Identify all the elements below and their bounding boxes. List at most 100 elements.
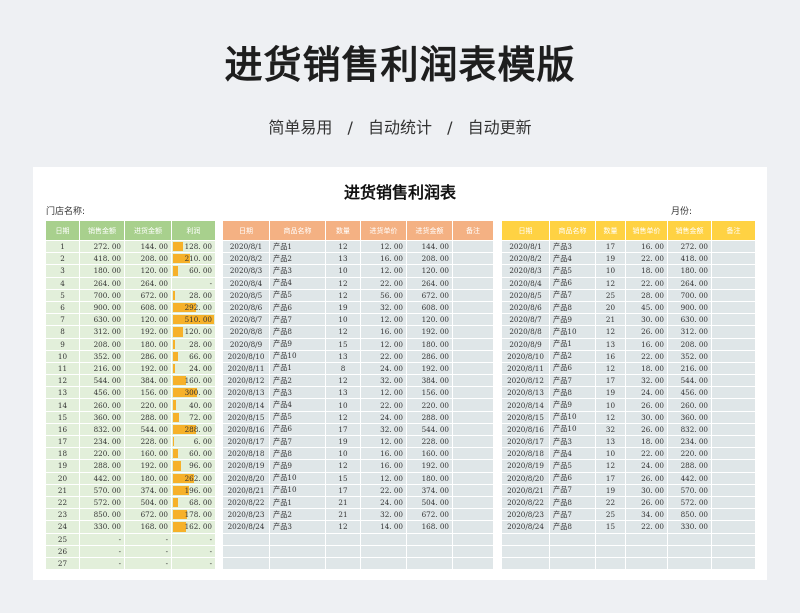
sales-product-cell[interactable]: 产品8 (549, 386, 596, 400)
purchase-amount-cell[interactable]: 608. 00 (124, 300, 172, 315)
purchase-date-cell[interactable]: 2020/8/22 (222, 495, 270, 510)
purchase-amount-cell[interactable]: 220. 00 (124, 398, 172, 412)
sales-product-cell[interactable]: 产品7 (549, 374, 596, 388)
sales-price-cell[interactable]: 22. 00 (625, 349, 668, 363)
sales-amount-cell[interactable]: 216. 00 (79, 361, 125, 376)
purchase-price-cell[interactable]: 16. 00 (360, 459, 407, 473)
purchase-price-cell[interactable]: 12. 00 (360, 471, 407, 485)
purchase-amount-cell[interactable]: 180. 00 (124, 337, 172, 351)
sales-product-cell[interactable]: 产品5 (549, 264, 596, 278)
purchase-note-cell[interactable] (452, 520, 494, 534)
purchase-amount-cell[interactable]: 374. 00 (406, 483, 453, 497)
purchase-date-cell[interactable]: 2020/8/20 (222, 471, 270, 485)
sales-date-cell[interactable] (501, 532, 550, 546)
purchase-qty-cell[interactable]: 12 (325, 239, 361, 254)
purchase-amount-cell[interactable]: 160. 00 (124, 447, 172, 461)
sales-amount-cell[interactable]: 234. 00 (667, 434, 712, 449)
sales-note-cell[interactable] (711, 300, 756, 315)
purchase-date-cell[interactable]: 2020/8/19 (222, 459, 270, 473)
day-cell[interactable]: 14 (45, 398, 80, 412)
purchase-date-cell[interactable]: 2020/8/13 (222, 386, 270, 400)
sales-qty-cell[interactable]: 17 (595, 239, 626, 254)
sales-qty-cell[interactable]: 13 (595, 434, 626, 449)
sales-amount-cell[interactable]: 850. 00 (667, 508, 712, 522)
sales-amount-cell[interactable]: 544. 00 (667, 374, 712, 388)
sales-qty-cell[interactable]: 15 (595, 520, 626, 534)
purchase-price-cell[interactable]: 24. 00 (360, 495, 407, 510)
purchase-amount-cell[interactable] (406, 544, 453, 558)
day-cell[interactable]: 19 (45, 459, 80, 473)
sales-price-cell[interactable]: 26. 00 (625, 325, 668, 339)
sales-note-cell[interactable] (711, 532, 756, 546)
purchase-amount-cell[interactable] (406, 532, 453, 546)
purchase-product-cell[interactable]: 产品1 (269, 495, 326, 510)
purchase-note-cell[interactable] (452, 264, 494, 278)
purchase-note-cell[interactable] (452, 374, 494, 388)
purchase-product-cell[interactable]: 产品10 (269, 483, 326, 497)
purchase-product-cell[interactable]: 产品8 (269, 447, 326, 461)
sales-qty-cell[interactable]: 25 (595, 288, 626, 302)
sales-product-cell[interactable]: 产品4 (549, 447, 596, 461)
purchase-product-cell[interactable]: 产品1 (269, 361, 326, 376)
purchase-amount-cell[interactable]: 286. 00 (124, 349, 172, 363)
purchase-price-cell[interactable]: 32. 00 (360, 422, 407, 437)
sales-qty-cell[interactable]: 32 (595, 422, 626, 437)
day-cell[interactable]: 10 (45, 349, 80, 363)
sales-date-cell[interactable]: 2020/8/24 (501, 520, 550, 534)
sales-qty-cell[interactable]: 21 (595, 313, 626, 327)
purchase-price-cell[interactable]: 22. 00 (360, 398, 407, 412)
sales-date-cell[interactable]: 2020/8/9 (501, 337, 550, 351)
purchase-price-cell[interactable] (360, 532, 407, 546)
purchase-qty-cell[interactable]: 15 (325, 471, 361, 485)
sales-price-cell[interactable]: 34. 00 (625, 508, 668, 522)
purchase-date-cell[interactable]: 2020/8/23 (222, 508, 270, 522)
purchase-product-cell[interactable]: 产品10 (269, 471, 326, 485)
profit-cell[interactable]: 40. 00 (171, 398, 216, 412)
purchase-price-cell[interactable]: 12. 00 (360, 337, 407, 351)
sales-price-cell[interactable] (625, 532, 668, 546)
sales-amount-cell[interactable]: 900. 00 (79, 300, 125, 315)
purchase-amount-cell[interactable]: 168. 00 (124, 520, 172, 534)
sales-price-cell[interactable]: 30. 00 (625, 313, 668, 327)
sales-note-cell[interactable] (711, 434, 756, 449)
purchase-date-cell[interactable]: 2020/8/3 (222, 264, 270, 278)
purchase-date-cell[interactable]: 2020/8/18 (222, 447, 270, 461)
sales-amount-cell[interactable]: 264. 00 (79, 276, 125, 290)
sales-note-cell[interactable] (711, 386, 756, 400)
profit-cell[interactable]: 262. 00 (171, 471, 216, 485)
purchase-date-cell[interactable] (222, 556, 270, 571)
purchase-amount-cell[interactable]: 192. 00 (124, 325, 172, 339)
sales-product-cell[interactable]: 产品3 (549, 434, 596, 449)
purchase-date-cell[interactable]: 2020/8/8 (222, 325, 270, 339)
day-cell[interactable]: 7 (45, 313, 80, 327)
purchase-date-cell[interactable]: 2020/8/7 (222, 313, 270, 327)
profit-cell[interactable]: 66. 00 (171, 349, 216, 363)
purchase-amount-cell[interactable]: 264. 00 (406, 276, 453, 290)
purchase-qty-cell[interactable] (325, 556, 361, 571)
purchase-qty-cell[interactable]: 10 (325, 264, 361, 278)
sales-amount-cell[interactable]: 288. 00 (79, 459, 125, 473)
sales-amount-cell[interactable]: 216. 00 (667, 361, 712, 376)
sales-price-cell[interactable]: 26. 00 (625, 398, 668, 412)
purchase-qty-cell[interactable]: 10 (325, 313, 361, 327)
purchase-note-cell[interactable] (452, 398, 494, 412)
sales-qty-cell[interactable]: 19 (595, 386, 626, 400)
sales-price-cell[interactable]: 24. 00 (625, 386, 668, 400)
sales-amount-cell[interactable]: - (79, 556, 125, 571)
sales-amount-cell[interactable]: 442. 00 (79, 471, 125, 485)
sales-price-cell[interactable]: 18. 00 (625, 361, 668, 376)
purchase-amount-cell[interactable]: 228. 00 (406, 434, 453, 449)
day-cell[interactable]: 27 (45, 556, 80, 571)
purchase-qty-cell[interactable]: 12 (325, 410, 361, 424)
profit-cell[interactable]: 120. 00 (171, 325, 216, 339)
purchase-price-cell[interactable]: 12. 00 (360, 313, 407, 327)
purchase-product-cell[interactable]: 产品7 (269, 313, 326, 327)
sales-note-cell[interactable] (711, 410, 756, 424)
sales-note-cell[interactable] (711, 447, 756, 461)
day-cell[interactable]: 5 (45, 288, 80, 302)
purchase-amount-cell[interactable]: 288. 00 (124, 410, 172, 424)
sales-qty-cell[interactable]: 16 (595, 349, 626, 363)
profit-cell[interactable]: 6. 00 (171, 434, 216, 449)
sales-product-cell[interactable]: 产品9 (549, 398, 596, 412)
sales-amount-cell[interactable]: 572. 00 (667, 495, 712, 510)
